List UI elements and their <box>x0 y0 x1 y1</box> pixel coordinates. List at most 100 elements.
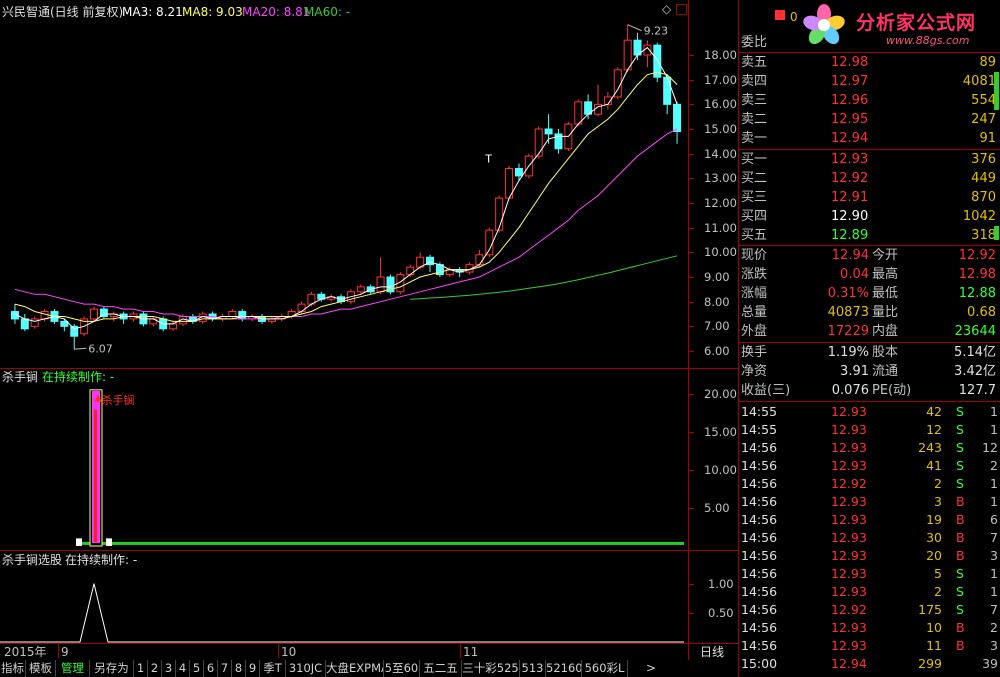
price-axis-label: 11.00 <box>704 220 737 235</box>
orderbook-price: 12.98 <box>831 55 869 70</box>
period-label[interactable]: 日线 <box>700 645 724 659</box>
stats-row: 涨幅 0.31% 最低 12.88 <box>741 284 1000 303</box>
bottom-tab[interactable]: 3 <box>162 660 176 677</box>
stats-label: 现价 <box>741 248 768 263</box>
ind1-panel-divider <box>0 550 740 551</box>
bottom-tab[interactable]: 7 <box>218 660 232 677</box>
tick-row: 14:56 12.93 10 B 2 <box>741 619 1000 637</box>
ma20-line <box>14 128 678 320</box>
price-axis-label: 9.00 <box>704 270 730 284</box>
bottom-tab[interactable]: 560彩L <box>582 660 628 677</box>
bottom-tab[interactable]: 6 <box>204 660 218 677</box>
price-axis-label: 14.00 <box>704 146 737 161</box>
stats-label: 外盘 <box>741 324 768 339</box>
candle-up <box>228 311 237 317</box>
orderbook-price: 12.95 <box>831 112 869 127</box>
tick-price: 12.93 <box>831 548 867 563</box>
stats2-value: 3.42亿 <box>954 364 996 379</box>
bottom-tab[interactable]: 513 <box>520 660 546 677</box>
tick-row: 14:56 12.93 2 S 1 <box>741 583 1000 601</box>
bottom-tab[interactable]: 指标 <box>0 660 26 677</box>
orderbook-label: 卖一 <box>741 131 768 146</box>
tick-volume: 30 <box>926 530 942 545</box>
candle-down <box>544 128 553 135</box>
tick-count: 1 <box>990 404 998 419</box>
price-axis-label: 12.00 <box>704 196 737 210</box>
tick-row: 14:56 12.93 19 B 6 <box>741 511 1000 529</box>
candle-up <box>475 254 484 266</box>
orderbook-price: 12.89 <box>831 228 869 243</box>
candle-down <box>673 103 682 132</box>
tick-time: 14:55 <box>741 404 778 419</box>
tick-count: 2 <box>990 620 998 635</box>
ind1-baseline <box>78 541 684 545</box>
bottom-tab[interactable]: 管理 <box>56 660 90 677</box>
stats-label: 最高 <box>872 267 899 282</box>
bottom-tab[interactable]: 5 <box>190 660 204 677</box>
date-year: 2015年 <box>4 645 47 659</box>
ma20-label: MA20: 8.81 <box>242 5 311 19</box>
stats-value: 12.92 <box>958 248 996 263</box>
bottom-tab[interactable]: 季T <box>260 660 286 677</box>
bottom-tab[interactable]: 另存为 <box>90 660 134 677</box>
bottom-tab[interactable]: 8 <box>232 660 246 677</box>
tick-side: S <box>956 440 964 455</box>
stats2-label: 净资 <box>741 364 768 379</box>
tick-volume: 243 <box>918 440 942 455</box>
tick-volume: 2 <box>934 584 942 599</box>
bottom-tab[interactable]: 2 <box>148 660 162 677</box>
ma3-label: MA3: 8.21 <box>122 5 183 19</box>
bottom-tab[interactable]: 5至60 <box>384 660 420 677</box>
stats-row: 涨跌 0.04 最高 12.98 <box>741 265 1000 284</box>
orderbook-volume: 1042 <box>962 209 996 224</box>
stats-value: 12.98 <box>958 267 996 282</box>
tick-time: 14:56 <box>741 512 778 527</box>
bottom-tab[interactable]: 大盘EXPMA <box>326 660 384 677</box>
price-axis-label: 6.00 <box>704 344 730 358</box>
bottom-tab[interactable]: 三十彩525 <box>462 660 520 677</box>
candle-up <box>406 266 415 276</box>
bottom-tab[interactable]: 4 <box>176 660 190 677</box>
ind2-chart <box>0 583 684 643</box>
price-axis-tick <box>688 55 694 56</box>
tabs-scroll-right-icon[interactable]: > <box>646 660 660 677</box>
stats2-label: 收益(三) <box>741 383 791 398</box>
tick-side: S <box>956 422 964 437</box>
ind1-small-bar <box>106 538 112 546</box>
tick-side: S <box>956 476 964 491</box>
candle-down <box>238 311 247 320</box>
orderbook-price: 12.93 <box>831 152 869 167</box>
price-axis-tick <box>688 326 694 328</box>
orderbook-volume: 247 <box>971 112 996 127</box>
ind1-axis-tick <box>688 393 694 395</box>
stats-value: 23644 <box>954 324 996 339</box>
orderbook-label: 买一 <box>741 152 768 167</box>
stats-row: 外盘 17229 内盘 23644 <box>741 322 1000 341</box>
stats2-value: 0.076 <box>831 383 869 398</box>
tick-price: 12.93 <box>831 440 867 455</box>
tick-volume: 20 <box>926 548 942 563</box>
bottom-tab[interactable]: 52160 <box>546 660 582 677</box>
ind2-line <box>0 583 684 643</box>
orderbook-label: 卖五 <box>741 55 768 70</box>
tick-count: 3 <box>990 548 998 563</box>
bottom-tab[interactable]: 模板 <box>26 660 56 677</box>
sell-volume-bar <box>994 72 999 110</box>
tick-time: 14:56 <box>741 584 778 599</box>
tick-volume: 12 <box>926 422 942 437</box>
ind1-axis-tick <box>688 469 694 471</box>
window-close-icon[interactable] <box>676 4 687 15</box>
price-axis-label: 17.00 <box>704 72 737 87</box>
quote-header-mark <box>775 10 785 20</box>
bottom-tab[interactable]: 9 <box>246 660 260 677</box>
price-axis-label: 7.00 <box>704 319 730 334</box>
bottom-tab[interactable]: 1 <box>134 660 148 677</box>
tick-side: S <box>956 458 964 473</box>
tick-count: 2 <box>990 458 998 473</box>
bottom-tab[interactable]: 310JC <box>286 660 326 677</box>
orderbook-price: 12.94 <box>831 131 869 146</box>
ind1-name: 杀手锏 <box>2 370 39 384</box>
stats-label: 内盘 <box>872 324 899 339</box>
bottom-tab[interactable]: 五二五 <box>420 660 462 677</box>
diamond-icon[interactable]: ◇ <box>662 3 674 15</box>
